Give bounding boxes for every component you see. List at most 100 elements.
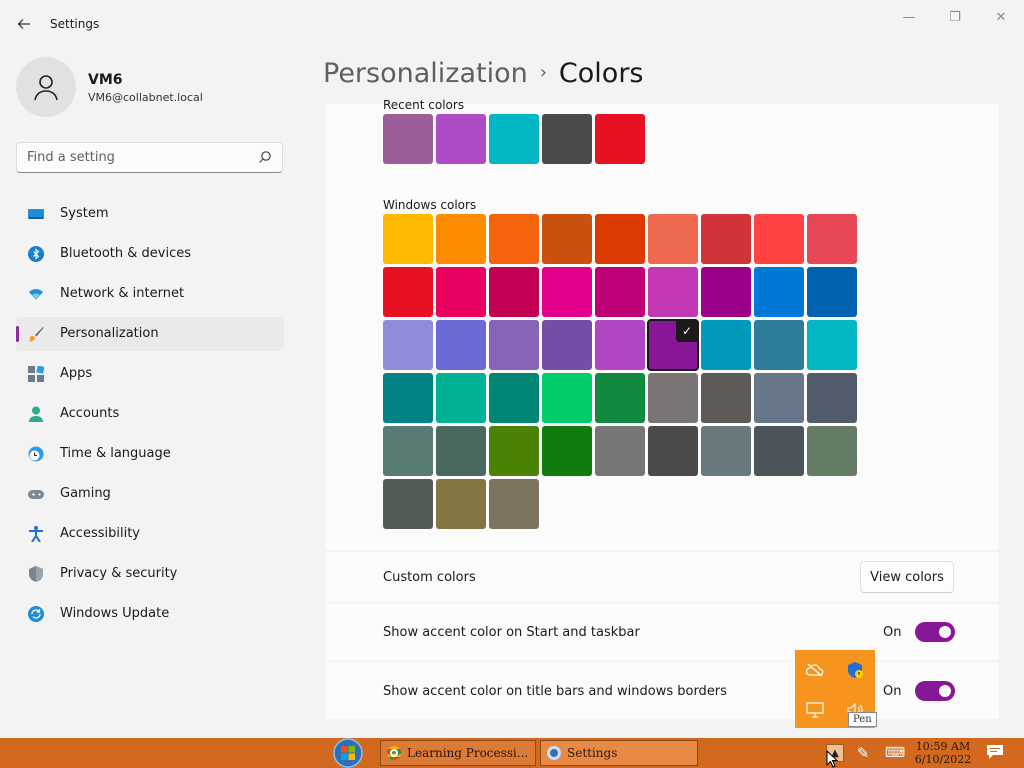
person-icon	[34, 75, 58, 101]
nav-item-time-language[interactable]: Time & language	[16, 437, 284, 471]
search-box[interactable]	[16, 142, 283, 173]
nav-item-personalization[interactable]: Personalization	[16, 317, 284, 351]
notification-icon[interactable]	[986, 744, 1004, 760]
nav-item-accounts[interactable]: Accounts	[16, 397, 284, 431]
windows-color-swatch[interactable]	[489, 214, 539, 264]
touch-keyboard-icon[interactable]: ⌨	[884, 744, 906, 762]
windows-color-swatch[interactable]	[489, 479, 539, 529]
windows-color-swatch[interactable]	[383, 426, 433, 476]
search-input[interactable]	[17, 143, 252, 172]
nav-label: Accessibility	[60, 526, 140, 541]
windows-color-swatch[interactable]	[595, 426, 645, 476]
recent-color-swatch[interactable]	[489, 114, 539, 164]
windows-color-swatch[interactable]: ✓	[647, 319, 699, 371]
recent-color-swatch[interactable]	[436, 114, 486, 164]
windows-color-swatch[interactable]	[648, 214, 698, 264]
recent-color-swatch[interactable]	[595, 114, 645, 164]
windows-color-swatch[interactable]	[489, 373, 539, 423]
windows-color-swatch[interactable]	[383, 373, 433, 423]
windows-color-swatch[interactable]	[542, 267, 592, 317]
windows-color-swatch[interactable]	[436, 479, 486, 529]
windows-color-swatch[interactable]	[436, 373, 486, 423]
windows-color-swatch[interactable]	[648, 267, 698, 317]
windows-color-swatch[interactable]	[754, 267, 804, 317]
windows-color-swatch[interactable]	[754, 320, 804, 370]
windows-color-swatch[interactable]	[701, 426, 751, 476]
windows-color-swatch[interactable]	[489, 267, 539, 317]
nav-item-windows-update[interactable]: Windows Update	[16, 597, 284, 631]
accent-titlebars-toggle[interactable]	[915, 681, 955, 701]
nav-item-network[interactable]: Network & internet	[16, 277, 284, 311]
windows-color-swatch[interactable]	[489, 320, 539, 370]
taskbar-button-chrome[interactable]: Learning Processi...	[380, 740, 536, 766]
defender-warning-icon[interactable]	[845, 660, 865, 680]
windows-color-swatch[interactable]	[595, 373, 645, 423]
taskbar-clock[interactable]: 10:59 AM 6/10/2022	[912, 740, 974, 766]
windows-color-swatch[interactable]	[595, 320, 645, 370]
windows-color-swatch[interactable]	[754, 373, 804, 423]
windows-color-swatch[interactable]	[807, 320, 857, 370]
windows-color-swatch[interactable]	[754, 426, 804, 476]
recent-color-swatch[interactable]	[542, 114, 592, 164]
page-title: Colors	[558, 58, 644, 89]
windows-color-swatch[interactable]	[542, 426, 592, 476]
nav-item-accessibility[interactable]: Accessibility	[16, 517, 284, 551]
windows-color-swatch[interactable]	[436, 320, 486, 370]
windows-color-swatch[interactable]	[754, 214, 804, 264]
windows-color-swatch[interactable]	[436, 267, 486, 317]
update-icon	[28, 606, 44, 622]
windows-color-swatch[interactable]	[807, 214, 857, 264]
windows-logo-icon	[333, 738, 363, 768]
cloud-offline-icon[interactable]	[805, 660, 825, 680]
checkmark-icon: ✓	[676, 320, 698, 342]
nav-item-bluetooth[interactable]: Bluetooth & devices	[16, 237, 284, 271]
windows-color-swatch[interactable]	[807, 373, 857, 423]
back-button[interactable]	[12, 12, 36, 36]
globe-clock-icon	[28, 446, 44, 462]
windows-color-swatch[interactable]	[595, 267, 645, 317]
search-icon[interactable]	[258, 150, 272, 164]
mouse-cursor-icon	[826, 750, 838, 768]
recent-color-swatch[interactable]	[383, 114, 433, 164]
display-icon[interactable]	[805, 700, 825, 720]
person-icon	[29, 406, 43, 422]
pen-icon[interactable]: ✎	[852, 742, 874, 764]
nav-item-gaming[interactable]: Gaming	[16, 477, 284, 511]
windows-color-swatch[interactable]	[701, 320, 751, 370]
taskbar-button-settings[interactable]: Settings	[540, 740, 698, 766]
windows-color-swatch[interactable]	[807, 267, 857, 317]
windows-color-swatch[interactable]	[701, 214, 751, 264]
windows-color-swatch[interactable]	[542, 373, 592, 423]
windows-color-swatch[interactable]	[807, 426, 857, 476]
accent-start-label: Show accent color on Start and taskbar	[383, 625, 640, 640]
windows-color-swatch[interactable]	[701, 267, 751, 317]
windows-color-swatch[interactable]	[383, 479, 433, 529]
nav-item-privacy[interactable]: Privacy & security	[16, 557, 284, 591]
windows-color-swatch[interactable]	[383, 214, 433, 264]
accent-start-row: Show accent color on Start and taskbar O…	[325, 604, 999, 660]
windows-color-swatch[interactable]	[489, 426, 539, 476]
windows-color-swatch[interactable]	[648, 426, 698, 476]
nav-label: System	[60, 206, 109, 221]
avatar[interactable]	[16, 57, 76, 117]
windows-color-swatch[interactable]	[383, 267, 433, 317]
windows-color-swatch[interactable]	[595, 214, 645, 264]
windows-color-swatch[interactable]	[648, 373, 698, 423]
windows-color-swatch[interactable]	[701, 373, 751, 423]
minimize-button[interactable]: —	[886, 6, 932, 28]
start-button[interactable]	[330, 736, 366, 768]
accent-start-toggle[interactable]	[915, 622, 955, 642]
maximize-button[interactable]: ❐	[932, 6, 978, 28]
breadcrumb-parent[interactable]: Personalization	[323, 58, 528, 89]
nav-item-apps[interactable]: Apps	[16, 357, 284, 391]
user-email: VM6@collabnet.local	[88, 91, 203, 104]
windows-color-swatch[interactable]	[542, 320, 592, 370]
windows-color-swatch[interactable]	[436, 426, 486, 476]
windows-color-swatch[interactable]	[383, 320, 433, 370]
close-button[interactable]: ✕	[978, 6, 1024, 28]
view-colors-button[interactable]: View colors	[860, 561, 954, 593]
windows-color-swatch[interactable]	[542, 214, 592, 264]
bluetooth-icon	[28, 246, 44, 262]
nav-item-system[interactable]: System	[16, 197, 284, 231]
windows-color-swatch[interactable]	[436, 214, 486, 264]
